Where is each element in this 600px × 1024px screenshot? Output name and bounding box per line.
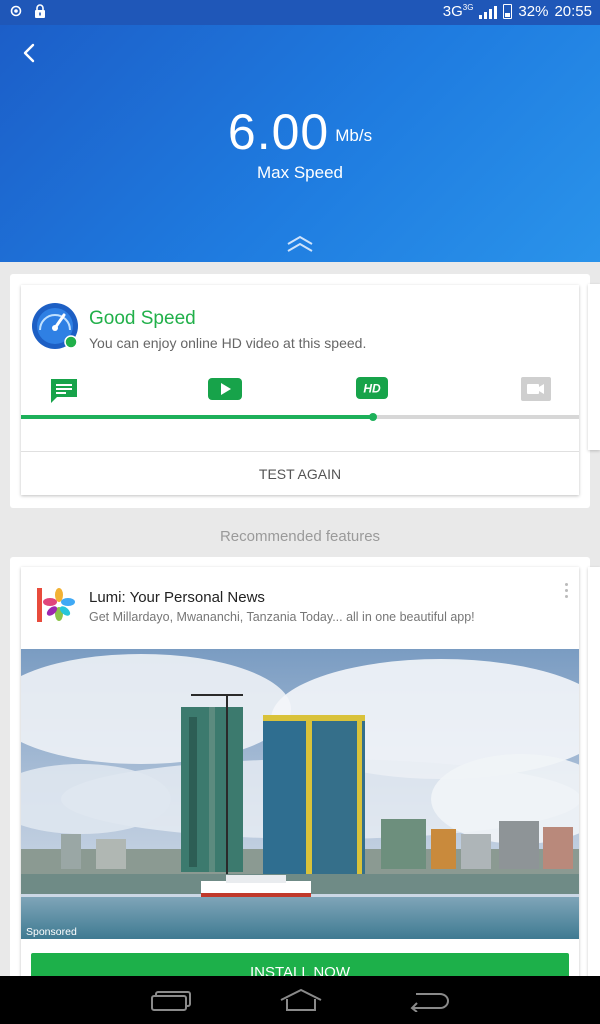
battery-icon — [503, 4, 513, 19]
lumi-app-icon — [35, 585, 75, 625]
result-title: Good Speed — [89, 308, 196, 329]
ad-image[interactable]: Sponsored — [21, 649, 579, 939]
more-options-icon[interactable] — [565, 583, 569, 601]
test-again-button[interactable]: TEST AGAIN — [21, 451, 579, 495]
result-subtitle: You can enjoy online HD video at this sp… — [89, 335, 367, 351]
speed-header: 6.00 Mb/s Max Speed — [0, 25, 600, 262]
camera-icon — [521, 377, 551, 401]
speed-label: Max Speed — [257, 163, 343, 182]
speedometer-icon — [32, 303, 78, 349]
target-icon — [10, 5, 22, 17]
message-icon — [51, 379, 77, 403]
next-card-peek — [588, 284, 600, 450]
clock: 20:55 — [554, 3, 592, 20]
speed-progress-marker — [368, 413, 377, 421]
lock-icon — [35, 4, 45, 18]
speed-progress-bar — [21, 413, 579, 421]
sponsored-label: Sponsored — [26, 926, 77, 938]
next-ad-peek — [588, 567, 600, 987]
recommended-heading: Recommended features — [219, 528, 381, 545]
video-play-icon — [208, 378, 242, 400]
battery-percent: 32% — [518, 3, 549, 20]
recent-apps-icon[interactable] — [150, 990, 192, 1012]
back-nav-icon[interactable] — [408, 990, 450, 1012]
status-bar: 3G3G 32% 20:55 — [0, 0, 600, 25]
double-chevron-up-icon[interactable] — [285, 235, 315, 253]
city-skyline-image — [21, 649, 579, 939]
speed-progress-fill — [21, 415, 373, 419]
speed-value: 6.00 — [227, 104, 330, 160]
ad-title[interactable]: Lumi: Your Personal News — [89, 589, 265, 606]
signal-icon — [479, 5, 498, 19]
speed-unit: Mb/s — [335, 126, 373, 145]
home-icon[interactable] — [278, 988, 324, 1012]
back-arrow-icon[interactable] — [18, 41, 42, 65]
speed-result-card: Good Speed You can enjoy online HD video… — [21, 285, 579, 495]
hd-icon: HD — [356, 377, 388, 399]
network-type: 3G3G — [442, 3, 474, 20]
ad-description: Get Millardayo, Mwananchi, Tanzania Toda… — [89, 610, 475, 624]
speed-readout: 6.00 Mb/s — [0, 103, 600, 161]
hd-icon-label: HD — [363, 382, 381, 396]
system-nav-bar — [0, 976, 600, 1024]
ad-card[interactable]: Lumi: Your Personal News Get Millardayo,… — [21, 567, 579, 993]
